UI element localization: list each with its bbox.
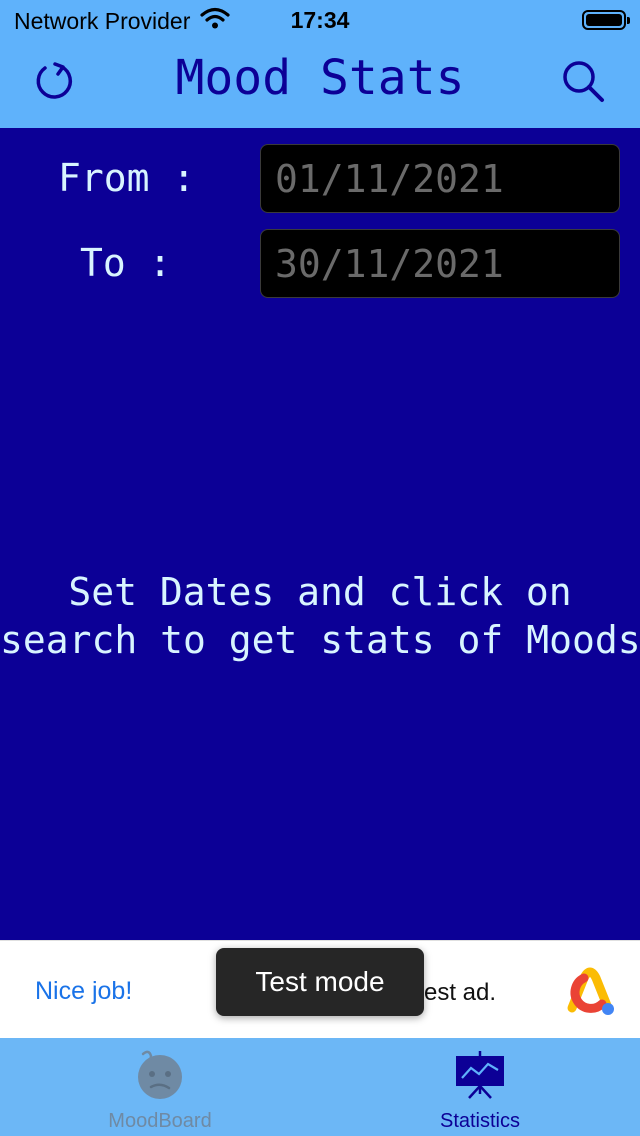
tab-statistics[interactable]: Statistics <box>320 1038 640 1136</box>
from-date-input[interactable] <box>260 144 620 213</box>
header: Network Provider 17:34 Mood Stats <box>0 0 640 128</box>
chart-board-icon <box>455 1050 505 1100</box>
ad-nice-text: Nice job! <box>35 977 133 1005</box>
ad-logo-icon <box>562 964 618 1020</box>
battery-icon <box>582 10 630 30</box>
to-date-row: To : <box>0 229 640 299</box>
to-date-input[interactable] <box>260 229 620 298</box>
from-label: From : <box>58 156 196 200</box>
ad-text: est ad. <box>424 979 497 1006</box>
tab-bar: MoodBoard Statistics <box>0 1038 640 1136</box>
tab-moodboard-label: MoodBoard <box>108 1110 212 1132</box>
to-label: To : <box>80 241 172 285</box>
confused-face-icon <box>135 1050 185 1100</box>
page-title: Mood Stats <box>175 50 465 106</box>
tab-statistics-label: Statistics <box>439 1110 521 1132</box>
status-bar: Network Provider 17:34 <box>0 0 640 40</box>
from-date-row: From : <box>0 144 640 214</box>
test-mode-toast: Test mode <box>216 948 424 1016</box>
instruction-line-1: Set Dates and click on <box>68 570 572 614</box>
tab-moodboard[interactable]: MoodBoard <box>0 1038 320 1136</box>
instruction-message: Set Dates and click on search to get sta… <box>0 568 640 664</box>
search-icon <box>560 58 606 109</box>
status-time: 17:34 <box>290 7 350 33</box>
nav-bar: Mood Stats <box>0 40 640 128</box>
search-button[interactable] <box>558 58 608 108</box>
instruction-line-2: search to get stats of Moods <box>0 618 640 662</box>
